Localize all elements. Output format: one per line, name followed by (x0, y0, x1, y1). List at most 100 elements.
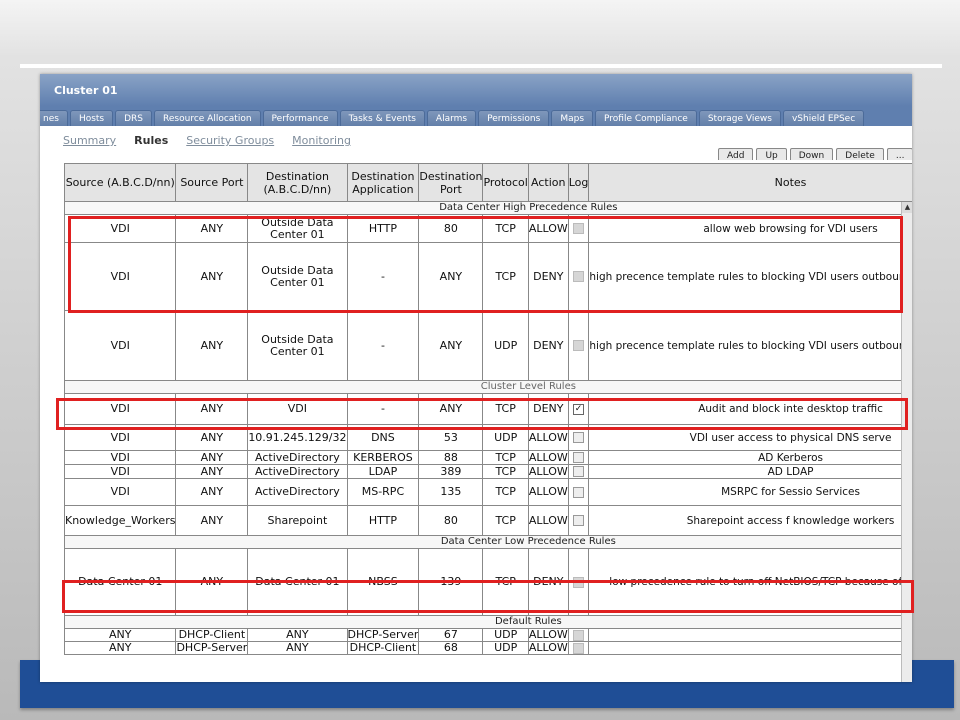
cell-app: DHCP-Client (346, 641, 420, 655)
scroll-up-icon[interactable]: ▲ (902, 202, 912, 213)
highlight-box-low-precedence (62, 580, 914, 613)
toolbar-button-down[interactable]: Down (789, 148, 834, 160)
cell-dport: 67 (418, 628, 484, 642)
cell-src: VDI (63, 450, 177, 465)
cell-dst: ANY (247, 628, 348, 642)
toolbar-button--[interactable]: ... (886, 148, 912, 160)
cell-proto: UDP (482, 641, 529, 655)
cell-dport: 80 (418, 505, 484, 536)
table-row[interactable]: Knowledge_Workers ANY Sharepoint HTTP 80 TCP A… (63, 505, 912, 536)
subtab-monitoring[interactable]: Monitoring (292, 134, 351, 147)
table-row[interactable]: ANY DHCP-Client ANY DHCP-Server 67 UDP ALLOW (63, 628, 912, 642)
tab-tasks-events[interactable]: Tasks & Events (339, 110, 425, 126)
section-title: Default Rules (64, 615, 912, 629)
column-header: Destination (A.B.C.D/nn) (247, 163, 348, 202)
cell-dst: ActiveDirectory (247, 450, 348, 465)
cell-sport: ANY (175, 505, 249, 536)
tab-profile-compliance[interactable]: Profile Compliance (595, 110, 697, 126)
cell-src: VDI (63, 464, 177, 479)
highlight-box-high-precedence (68, 216, 903, 313)
section-header-row: Cluster Level Rules (64, 380, 912, 394)
log-checkbox[interactable] (573, 452, 585, 463)
column-header: Source Port (175, 163, 249, 202)
table-row[interactable]: VDI ANY ActiveDirectory MS-RPC 135 TCP ALLOW MS… (63, 478, 912, 506)
log-checkbox[interactable] (573, 629, 585, 641)
section-header-row: Data Center High Precedence Rules (64, 201, 912, 215)
column-header: Action (527, 163, 569, 202)
cell-dport: 68 (418, 641, 484, 655)
window-title: Cluster 01 (40, 74, 912, 106)
subtab-security-groups[interactable]: Security Groups (186, 134, 274, 147)
tab-resource-allocation[interactable]: Resource Allocation (154, 110, 261, 126)
tab-storage-views[interactable]: Storage Views (698, 110, 781, 126)
cell-log (567, 450, 590, 465)
section-header-row: Data Center Low Precedence Rules (64, 535, 912, 549)
cell-sport: DHCP-Client (175, 628, 249, 642)
cell-notes: high precence template rules to blocking… (588, 310, 912, 381)
tab-performance[interactable]: Performance (262, 110, 338, 126)
cell-log (567, 310, 590, 381)
log-checkbox[interactable] (573, 515, 585, 526)
section-title: Data Center Low Precedence Rules (64, 535, 912, 549)
cell-src: ANY (63, 628, 177, 642)
cell-action: ALLOW (527, 464, 569, 479)
toolbar-button-add[interactable]: Add (718, 148, 754, 160)
log-checkbox[interactable] (573, 432, 585, 443)
tab-drs[interactable]: DRS (115, 110, 153, 126)
subtab-summary[interactable]: Summary (63, 134, 116, 147)
log-checkbox[interactable] (573, 340, 585, 351)
table-row[interactable]: ANY DHCP-Server ANY DHCP-Client 68 UDP ALLOW (63, 641, 912, 655)
cell-notes (588, 628, 912, 642)
highlight-box-cluster-rule (56, 398, 908, 430)
column-header: Log (567, 163, 590, 202)
cell-action: ALLOW (527, 505, 569, 536)
cell-proto: UDP (482, 310, 529, 381)
cell-dst: ActiveDirectory (247, 478, 348, 506)
cell-app: LDAP (346, 464, 420, 479)
column-header: Destination Application (346, 163, 420, 202)
tab-alarms[interactable]: Alarms (426, 110, 477, 126)
cell-proto: TCP (482, 450, 529, 465)
column-header: Protocol (482, 163, 529, 202)
cell-sport: ANY (175, 478, 249, 506)
cell-app: DHCP-Server (346, 628, 420, 642)
cell-src: ANY (63, 641, 177, 655)
cell-log (567, 628, 590, 642)
toolbar-button-up[interactable]: Up (756, 148, 787, 160)
log-checkbox[interactable] (573, 466, 585, 477)
section-header-row: Default Rules (64, 615, 912, 629)
cell-log (567, 505, 590, 536)
tab-bar: nes Hosts DRS Resource Allocation Performanc… (40, 106, 912, 126)
cell-app: KERBEROS (346, 450, 420, 465)
table-row[interactable]: VDI ANY Outside Data Center 01- ANY UDP DENY h… (63, 310, 912, 381)
cell-dport: 88 (418, 450, 484, 465)
cell-action: ALLOW (527, 628, 569, 642)
cell-log (567, 641, 590, 655)
toolbar-button-delete[interactable]: Delete (836, 148, 884, 160)
tab-nes[interactable]: nes (40, 110, 68, 126)
table-row[interactable]: VDI ANY ActiveDirectory KERBEROS 88 TCP ALLOW A… (63, 450, 912, 465)
table-header-row: Source (A.B.C.D/nn) Source Port Destinatio… (63, 163, 912, 202)
cell-notes (588, 641, 912, 655)
tab-vshield-epsec[interactable]: vShield EPSec (782, 110, 865, 126)
cell-app: HTTP (346, 505, 420, 536)
subtab-rules[interactable]: Rules (134, 134, 168, 147)
cell-src: Knowledge_Workers (63, 505, 177, 536)
tab-maps[interactable]: Maps (551, 110, 594, 126)
cell-notes: MSRPC for Sessio Services (588, 478, 912, 506)
cell-action: ALLOW (527, 450, 569, 465)
log-checkbox[interactable] (573, 642, 585, 654)
cell-sport: ANY (175, 310, 249, 381)
cell-action: DENY (527, 310, 569, 381)
log-checkbox[interactable] (573, 486, 585, 498)
cell-dst: Sharepoint (247, 505, 348, 536)
cell-notes: Sharepoint access f knowledge workers (588, 505, 912, 536)
subtab-bar: Summary Rules Security Groups Monitoring (63, 134, 369, 147)
cell-dst: ActiveDirectory (247, 464, 348, 479)
tab-hosts[interactable]: Hosts (69, 110, 114, 126)
tab-permissions[interactable]: Permissions (478, 110, 550, 126)
cell-dst: Outside Data Center 01 (247, 310, 348, 381)
cell-app: MS-RPC (346, 478, 420, 506)
cell-proto: UDP (482, 628, 529, 642)
table-row[interactable]: VDI ANY ActiveDirectory LDAP 389 TCP ALLOW AD L… (63, 464, 912, 479)
